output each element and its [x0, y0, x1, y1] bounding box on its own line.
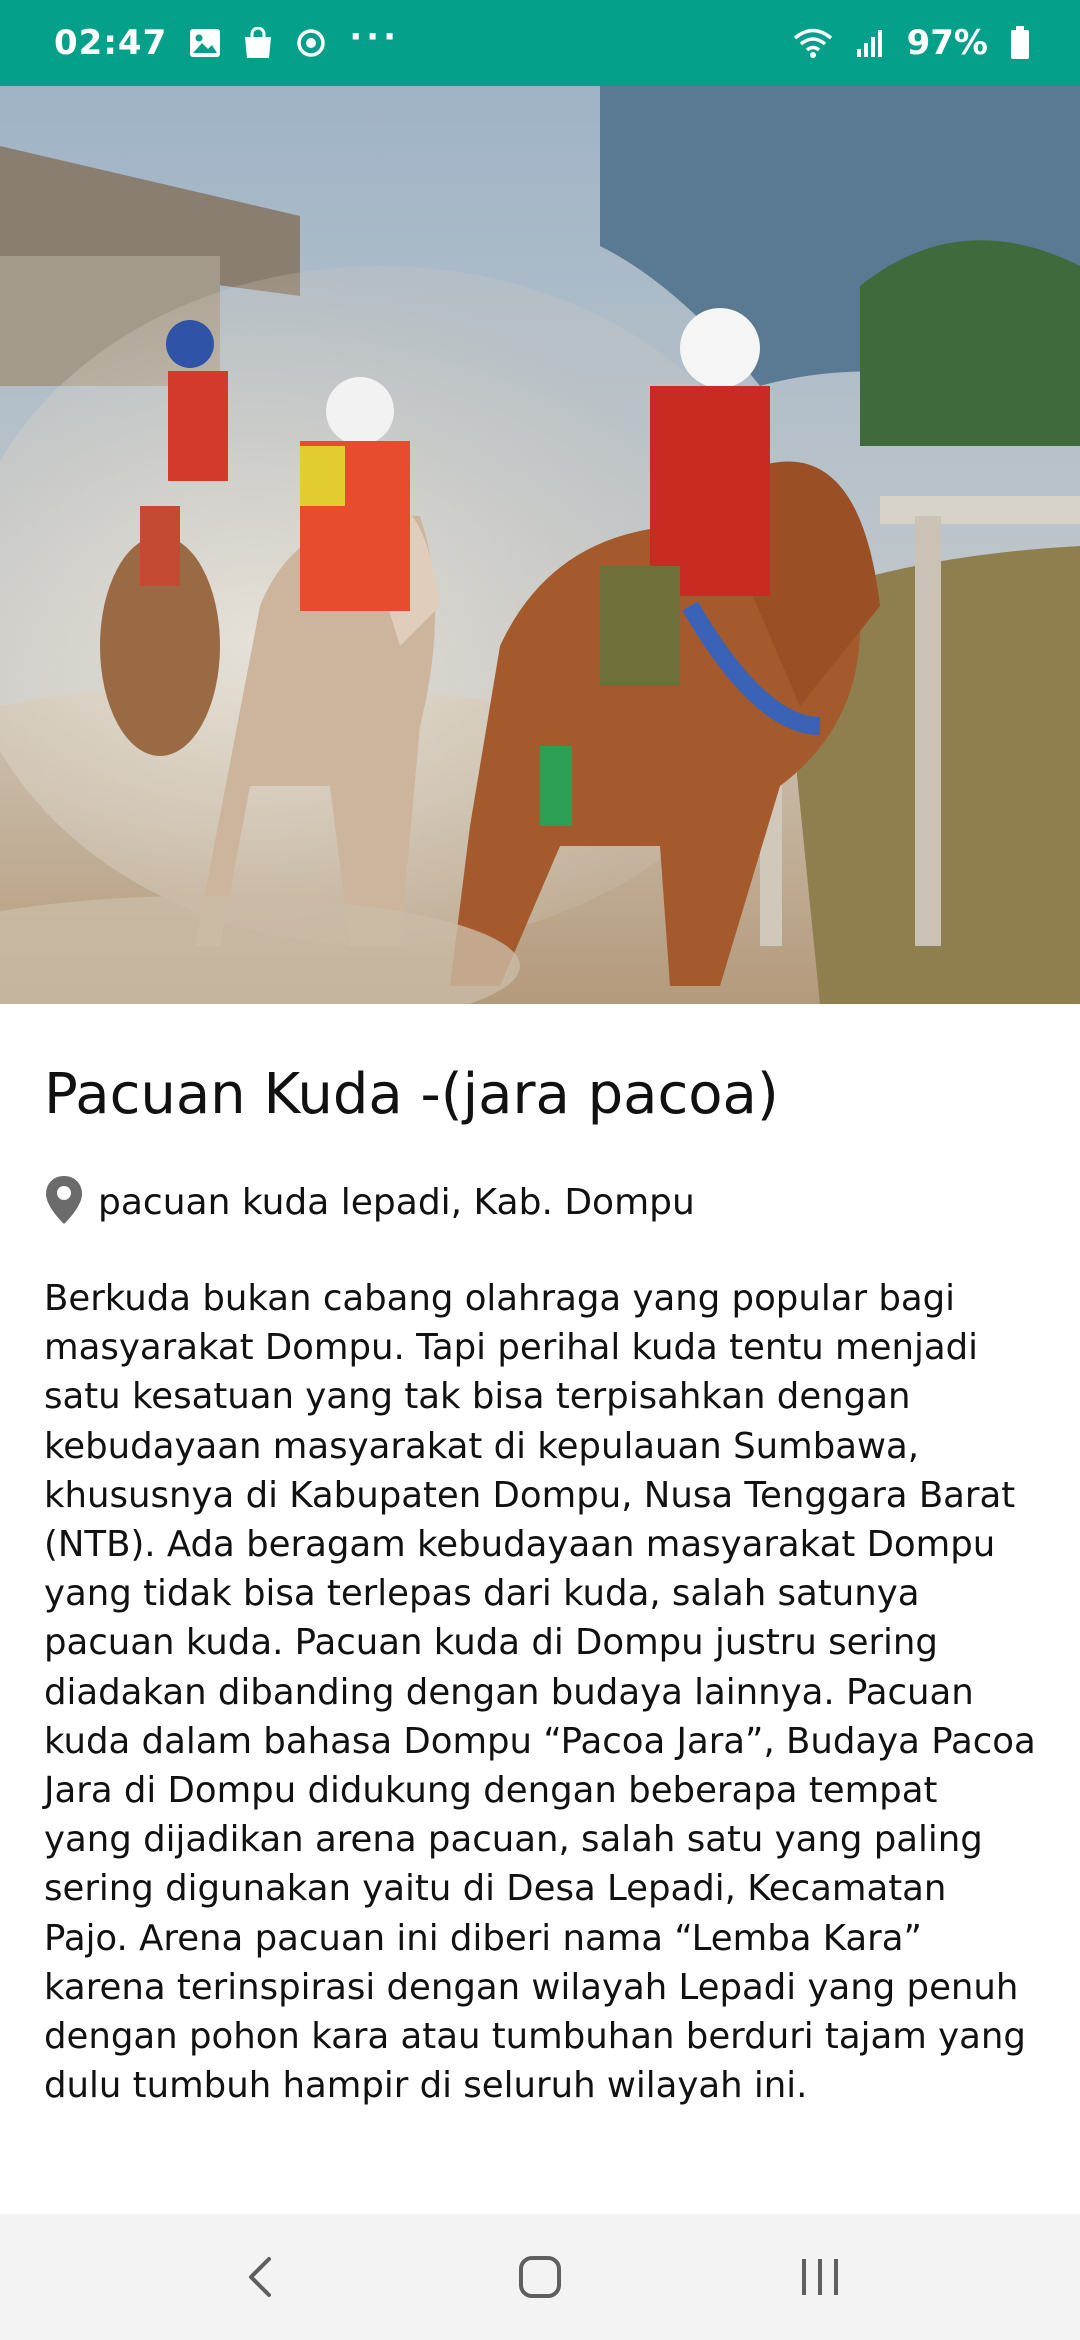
detail-content: Pacuan Kuda -(jara pacoa) pacuan kuda le… — [0, 1004, 1080, 2214]
recents-icon — [802, 2259, 838, 2295]
home-icon — [519, 2256, 561, 2298]
location-row: pacuan kuda lepadi, Kab. Dompu — [44, 1174, 1036, 1230]
signal-icon — [855, 28, 885, 58]
battery-icon — [1010, 26, 1030, 60]
recents-button[interactable] — [760, 2227, 880, 2327]
status-left: 02:47 ··· — [54, 17, 400, 63]
horse-racing-photo — [0, 86, 1080, 1004]
location-pin-icon — [44, 1174, 84, 1230]
back-icon — [249, 2257, 271, 2297]
location-text: pacuan kuda lepadi, Kab. Dompu — [98, 1181, 695, 1223]
back-button[interactable] — [200, 2227, 320, 2327]
status-time: 02:47 — [54, 23, 168, 63]
wifi-icon — [793, 27, 833, 59]
overflow-dots: ··· — [349, 17, 400, 57]
home-button[interactable] — [480, 2227, 600, 2327]
shopping-bag-icon — [243, 27, 273, 59]
gallery-icon — [189, 28, 221, 58]
place-title: Pacuan Kuda -(jara pacoa) — [44, 1062, 779, 1127]
navigation-bar — [0, 2214, 1080, 2340]
status-right: 97% — [793, 23, 1030, 63]
sync-icon — [295, 27, 327, 59]
place-description: Berkuda bukan cabang olahraga yang popul… — [44, 1278, 1036, 2107]
status-bar: 02:47 ··· 97% — [0, 0, 1080, 86]
hero-image — [0, 86, 1080, 1004]
battery-percent: 97% — [906, 23, 988, 63]
